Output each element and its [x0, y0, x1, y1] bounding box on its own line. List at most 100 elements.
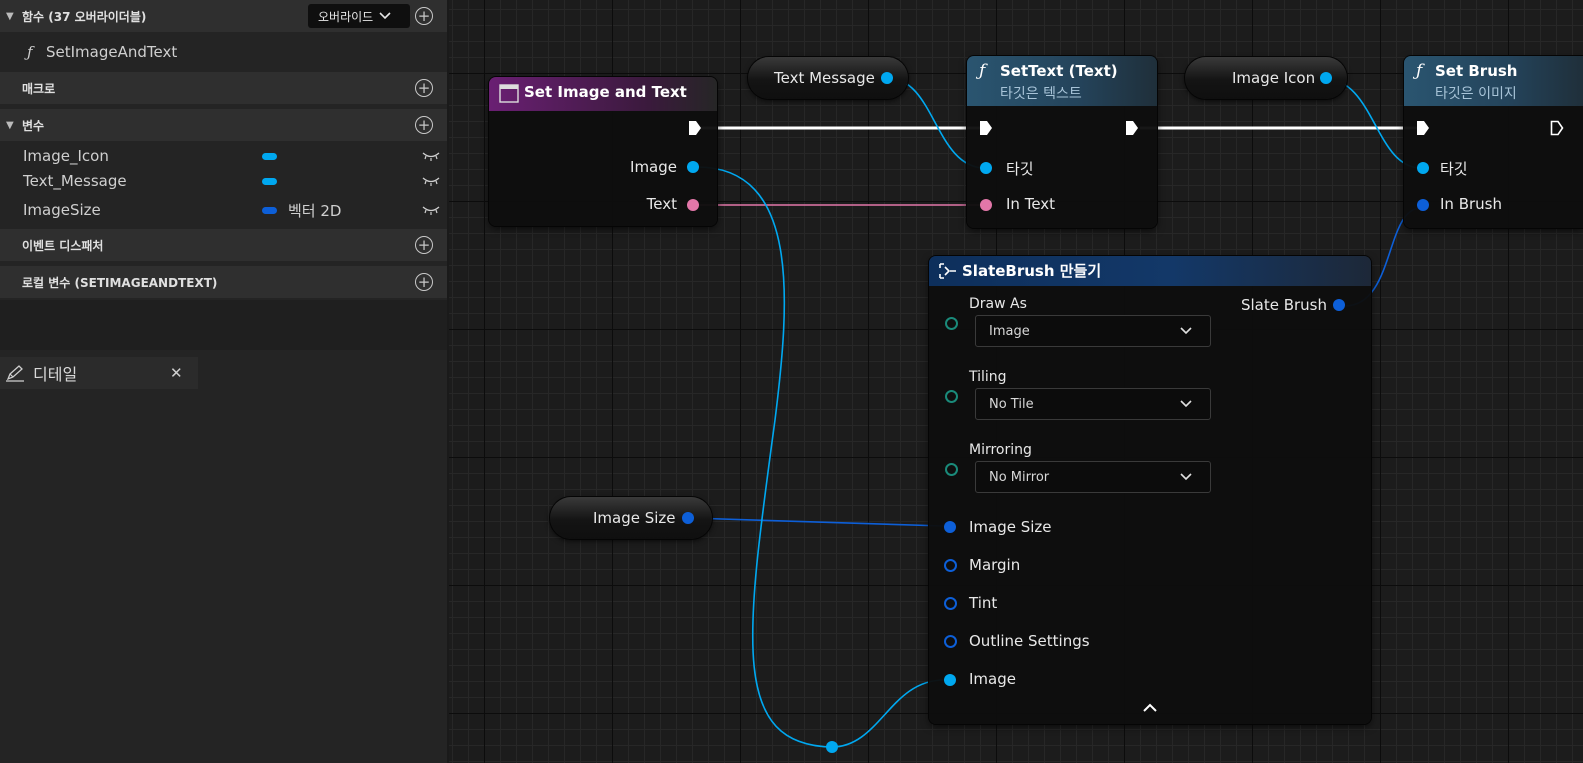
pencil-icon [6, 365, 24, 382]
image-output-pin[interactable] [687, 161, 699, 173]
pin-label-image-size: Image Size [969, 518, 1052, 536]
image-size-output-pin[interactable] [682, 512, 694, 524]
eye-closed-icon[interactable] [422, 176, 440, 186]
my-blueprint-panel: ▼ 함수 (37 오버라이더블) 오버라이드 + ƒ SetImageAndTe… [0, 0, 447, 763]
variable-node-label: Text Message [774, 69, 875, 87]
add-macro-button[interactable]: + [415, 79, 433, 97]
functions-section-title: 함수 (37 오버라이더블) [22, 9, 147, 24]
details-tab-label: 디테일 [33, 365, 78, 384]
text-output-pin[interactable] [687, 199, 699, 211]
pin-label-image: Image [969, 670, 1016, 688]
node-title: Set Image and Text [524, 83, 687, 101]
tiling-dropdown[interactable]: No Tile [975, 388, 1211, 420]
tab-details[interactable]: 디테일 ✕ [0, 357, 198, 389]
variable-item-text-message[interactable]: Text_Message [0, 168, 447, 194]
in-text-input-pin[interactable] [980, 199, 992, 211]
margin-input-pin[interactable] [944, 559, 957, 572]
target-input-pin[interactable] [980, 162, 992, 174]
macros-section-header[interactable]: 매크로 + [0, 72, 447, 104]
details-panel-body [0, 389, 447, 763]
outline-settings-input-pin[interactable] [944, 635, 957, 648]
mirroring-value: No Mirror [989, 469, 1050, 485]
node-title: Set Brush [1435, 62, 1518, 80]
functions-section-header[interactable]: ▼ 함수 (37 오버라이더블) 오버라이드 + [0, 0, 447, 32]
eye-closed-icon[interactable] [422, 151, 440, 161]
pin-label-in-text: In Text [1006, 195, 1056, 213]
chevron-down-icon [1180, 473, 1192, 481]
eye-closed-icon[interactable] [422, 205, 440, 215]
variable-name: ImageSize [23, 201, 101, 219]
mirroring-input-pin[interactable] [945, 463, 958, 476]
function-item-label: SetImageAndText [46, 43, 178, 61]
pin-label-margin: Margin [969, 556, 1021, 574]
collapse-caret-icon[interactable]: ▼ [6, 120, 22, 131]
node-image-icon-get[interactable]: Image Icon [1185, 57, 1347, 99]
close-icon[interactable]: ✕ [170, 364, 183, 382]
pin-label-target: 타깃 [1006, 160, 1034, 178]
exec-out-pin[interactable] [1125, 120, 1139, 136]
variables-section-title: 변수 [22, 118, 45, 133]
node-image-size-get[interactable]: Image Size [550, 497, 712, 539]
draw-as-dropdown[interactable]: Image [975, 315, 1211, 347]
local-variables-section-header[interactable]: 로컬 변수 (SETIMAGEANDTEXT) + [0, 266, 447, 298]
image-size-input-pin[interactable] [944, 521, 956, 533]
mirroring-dropdown[interactable]: No Mirror [975, 461, 1211, 493]
add-function-button[interactable]: + [415, 7, 433, 25]
target-input-pin[interactable] [1417, 162, 1429, 174]
draw-as-value: Image [989, 323, 1030, 339]
add-variable-button[interactable]: + [415, 116, 433, 134]
node-header: Set Image and Text [489, 77, 717, 111]
function-icon: ƒ [979, 61, 986, 81]
node-set-brush[interactable]: ƒ Set Brush 타깃은 이미지 타깃 In Brush [1404, 56, 1583, 228]
node-make-slatebrush[interactable]: SlateBrush 만들기 Slate Brush Draw As Image… [929, 256, 1371, 724]
variable-item-image-icon[interactable]: Image_Icon [0, 143, 447, 169]
add-event-dispatcher-button[interactable]: + [415, 236, 433, 254]
variable-item-imagesize[interactable]: ImageSize 벡터 2D [0, 197, 447, 223]
local-variables-section-title: 로컬 변수 (SETIMAGEANDTEXT) [22, 275, 218, 290]
override-dropdown-button[interactable]: 오버라이드 [308, 4, 410, 28]
function-icon: ƒ [1416, 61, 1423, 81]
collapse-caret-icon[interactable]: ▼ [6, 11, 22, 22]
pin-label-target: 타깃 [1440, 160, 1468, 178]
macros-section-title: 매크로 [22, 81, 56, 96]
image-input-pin[interactable] [944, 674, 956, 686]
exec-out-pin[interactable] [688, 120, 702, 136]
variable-name: Image_Icon [23, 147, 109, 165]
mirroring-label: Mirroring [969, 442, 1032, 458]
tiling-label: Tiling [969, 369, 1007, 385]
exec-out-pin[interactable] [1550, 120, 1564, 136]
tiling-input-pin[interactable] [945, 390, 958, 403]
event-dispatchers-section-title: 이벤트 디스패처 [22, 238, 104, 253]
node-settext[interactable]: ƒ SetText (Text) 타깃은 텍스트 타깃 In Text [967, 56, 1157, 228]
collapse-advanced-arrow-icon[interactable] [1143, 703, 1157, 712]
variable-node-label: Image Icon [1232, 69, 1316, 87]
chevron-down-icon [1180, 400, 1192, 408]
add-local-variable-button[interactable]: + [415, 273, 433, 291]
variables-section-header[interactable]: ▼ 변수 + [0, 109, 447, 141]
event-dispatchers-section-header[interactable]: 이벤트 디스패처 + [0, 229, 447, 261]
in-brush-input-pin[interactable] [1417, 199, 1429, 211]
variable-name: Text_Message [23, 172, 127, 190]
exec-in-pin[interactable] [1416, 120, 1430, 136]
pin-label-outline-settings: Outline Settings [969, 632, 1090, 650]
slate-brush-output-pin[interactable] [1333, 299, 1345, 311]
node-title: SlateBrush 만들기 [962, 262, 1102, 280]
variable-type-pill [262, 152, 277, 160]
image-icon-output-pin[interactable] [1320, 72, 1332, 84]
variable-type-pill [262, 177, 277, 185]
pin-label-slate-brush: Slate Brush [1240, 296, 1327, 314]
node-text-message-get[interactable]: Text Message [748, 57, 908, 99]
draw-as-label: Draw As [969, 296, 1027, 312]
node-set-image-and-text[interactable]: Set Image and Text Image Text [489, 77, 717, 226]
exec-in-pin[interactable] [979, 120, 993, 136]
function-item-setimageandtext[interactable]: ƒ SetImageAndText [0, 38, 447, 66]
text-message-output-pin[interactable] [881, 72, 893, 84]
variable-node-label: Image Size [593, 509, 676, 527]
node-header: ƒ Set Brush 타깃은 이미지 [1404, 56, 1583, 106]
pin-label-tint: Tint [969, 594, 998, 612]
tint-input-pin[interactable] [944, 597, 957, 610]
node-subtitle: 타깃은 이미지 [1435, 86, 1517, 102]
pin-label-text: Text [646, 195, 677, 213]
draw-as-input-pin[interactable] [945, 317, 958, 330]
function-icon: ƒ [27, 43, 33, 61]
